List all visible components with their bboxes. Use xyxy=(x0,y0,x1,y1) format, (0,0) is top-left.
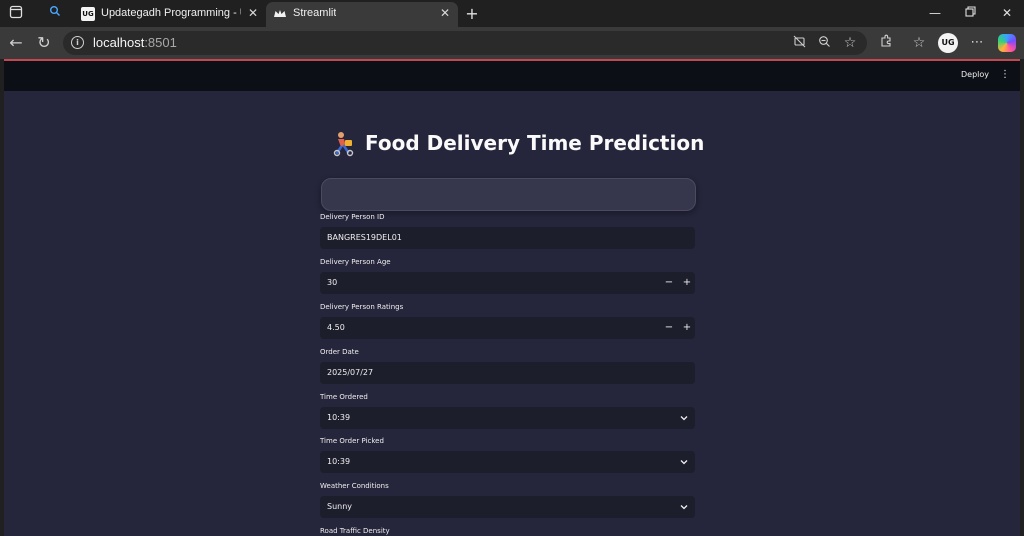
copilot-icon[interactable] xyxy=(998,34,1016,52)
back-icon[interactable]: ← xyxy=(6,33,26,53)
time-order-picked-label: Time Order Picked xyxy=(320,437,384,445)
decrement-button[interactable]: − xyxy=(663,276,675,290)
time-ordered-value: 10:39 xyxy=(327,413,351,422)
weather-conditions-label: Weather Conditions xyxy=(320,482,389,490)
close-tab-icon[interactable]: ✕ xyxy=(246,6,260,20)
time-order-picked-value: 10:39 xyxy=(327,457,351,466)
new-tab-icon[interactable]: + xyxy=(463,5,481,22)
streamlit-crown-icon xyxy=(273,7,287,21)
delivery-rider-icon xyxy=(332,131,356,157)
reload-icon[interactable]: ↻ xyxy=(34,33,54,53)
tab-title: Updategadh Programming - Upd xyxy=(101,7,241,19)
weather-conditions-value: Sunny xyxy=(327,502,353,511)
delivery-person-ratings-value: 4.50 xyxy=(327,323,345,332)
tab-title: Streamlit xyxy=(293,7,337,19)
tab-streamlit[interactable]: Streamlit ✕ xyxy=(266,2,458,27)
delivery-person-age-input[interactable]: 30 − + xyxy=(320,272,695,294)
time-ordered-select[interactable]: 10:39 xyxy=(320,407,695,429)
browser-tab-bar: UG Updategadh Programming - Upd ✕ Stream… xyxy=(0,0,1024,27)
increment-button[interactable]: + xyxy=(681,276,693,290)
delivery-person-ratings-label: Delivery Person Ratings xyxy=(320,303,404,311)
app-header: Deploy ⋮ xyxy=(4,61,1020,91)
deploy-button[interactable]: Deploy xyxy=(961,70,989,79)
delivery-person-id-label: Delivery Person ID xyxy=(320,213,385,221)
restore-icon[interactable] xyxy=(960,4,980,22)
more-options-icon[interactable]: ⋯ xyxy=(968,34,986,52)
search-tabs-icon[interactable] xyxy=(46,5,64,22)
chevron-down-icon xyxy=(680,505,688,510)
delivery-person-age-label: Delivery Person Age xyxy=(320,258,391,266)
extensions-icon[interactable] xyxy=(877,34,895,52)
order-date-value: 2025/07/27 xyxy=(327,368,374,377)
url-text: localhost:8501 xyxy=(93,35,177,50)
main-menu-icon[interactable]: ⋮ xyxy=(1000,68,1010,82)
delivery-person-age-value: 30 xyxy=(327,278,338,287)
road-traffic-density-label: Road Traffic Density xyxy=(320,527,390,535)
close-window-icon[interactable]: ✕ xyxy=(997,4,1017,22)
zoom-icon[interactable] xyxy=(816,35,832,51)
time-ordered-label: Time Ordered xyxy=(320,393,368,401)
browser-address-bar: ← ↻ i localhost:8501 ☆ ☆ UG ⋯ xyxy=(0,27,1024,59)
favorite-star-icon[interactable]: ☆ xyxy=(842,35,858,51)
close-tab-icon[interactable]: ✕ xyxy=(438,6,452,20)
order-date-label: Order Date xyxy=(320,348,359,356)
increment-button[interactable]: + xyxy=(681,321,693,335)
page-title: Food Delivery Time Prediction xyxy=(365,131,705,155)
chevron-down-icon xyxy=(680,460,688,465)
favorites-icon[interactable]: ☆ xyxy=(910,34,928,52)
updategadh-favicon-icon: UG xyxy=(81,7,95,21)
url-input[interactable]: i localhost:8501 ☆ xyxy=(63,31,867,55)
site-info-icon[interactable]: i xyxy=(71,36,84,49)
main-content: Food Delivery Time Prediction Delivery P… xyxy=(4,91,1020,536)
time-order-picked-select[interactable]: 10:39 xyxy=(320,451,695,473)
delivery-person-id-value: BANGRES19DEL01 xyxy=(327,233,402,242)
glass-container xyxy=(321,178,696,211)
tracking-prevention-icon[interactable] xyxy=(791,35,807,51)
weather-conditions-select[interactable]: Sunny xyxy=(320,496,695,518)
tab-actions-icon[interactable] xyxy=(7,5,25,22)
page-viewport: Deploy ⋮ Food Delivery Time Prediction D… xyxy=(4,59,1020,536)
order-date-input[interactable]: 2025/07/27 xyxy=(320,362,695,384)
tab-updategadh[interactable]: UG Updategadh Programming - Upd ✕ xyxy=(74,2,264,27)
delivery-person-id-input[interactable]: BANGRES19DEL01 xyxy=(320,227,695,249)
chevron-down-icon xyxy=(680,416,688,421)
delivery-person-ratings-input[interactable]: 4.50 − + xyxy=(320,317,695,339)
profile-avatar[interactable]: UG xyxy=(938,33,958,53)
minimize-icon[interactable]: — xyxy=(925,4,945,22)
decrement-button[interactable]: − xyxy=(663,321,675,335)
